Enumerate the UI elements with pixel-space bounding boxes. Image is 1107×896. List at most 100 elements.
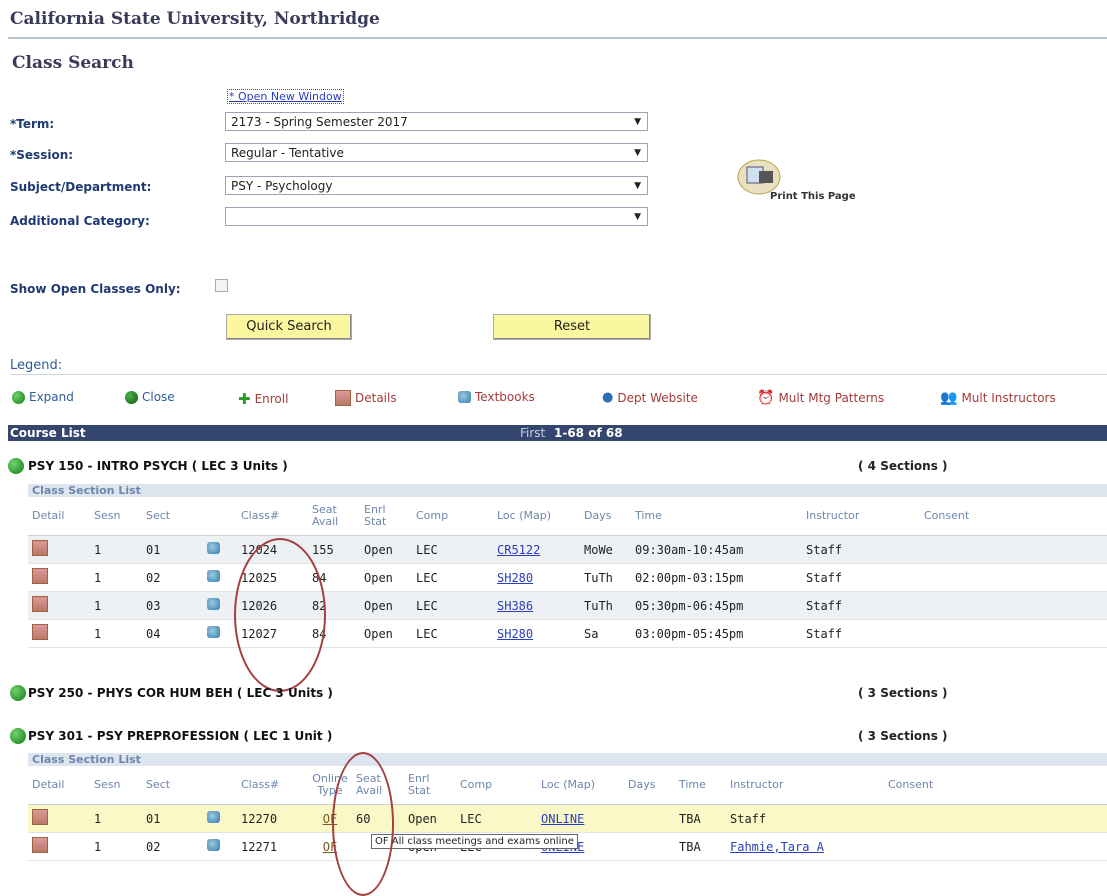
page-title: Class Search bbox=[12, 53, 134, 73]
cell-enrl-stat: Open bbox=[360, 563, 412, 592]
col-detail: Detail bbox=[28, 497, 90, 536]
printer-icon[interactable] bbox=[737, 157, 781, 195]
legend-textbooks-label: Textbooks bbox=[475, 390, 535, 404]
cell-time: TBA bbox=[675, 804, 726, 833]
col-time: Time bbox=[675, 766, 726, 805]
course-list-title: Course List bbox=[10, 426, 86, 440]
cell-days: TuTh bbox=[580, 563, 631, 592]
session-select[interactable]: Regular - Tentative ▼ bbox=[225, 143, 648, 162]
cell-enrl-stat: Open bbox=[360, 619, 412, 648]
location-link[interactable]: SH280 bbox=[497, 571, 533, 585]
subject-select[interactable]: PSY - Psychology ▼ bbox=[225, 176, 648, 195]
globe-icon: ● bbox=[602, 390, 614, 405]
cell-comp: LEC bbox=[412, 619, 493, 648]
course-title[interactable]: PSY 150 - INTRO PSYCH ( LEC 3 Units ) bbox=[28, 459, 288, 473]
details-icon[interactable] bbox=[32, 596, 48, 612]
details-icon[interactable] bbox=[32, 837, 48, 853]
cell-days bbox=[624, 804, 675, 833]
textbooks-icon[interactable] bbox=[207, 839, 220, 851]
col-class: Class# bbox=[237, 497, 308, 536]
term-select[interactable]: 2173 - Spring Semester 2017 ▼ bbox=[225, 112, 648, 131]
textbooks-icon bbox=[458, 391, 471, 403]
legend-enroll: ✚ Enroll bbox=[238, 390, 288, 408]
term-label: *Term: bbox=[10, 117, 55, 131]
sections-table: Detail Sesn Sect Class# Seat Avail Enrl … bbox=[28, 497, 1107, 648]
legend-mult-instructors: 👥 Mult Instructors bbox=[940, 390, 1056, 406]
pager-first[interactable]: First bbox=[520, 425, 545, 441]
details-icon[interactable] bbox=[32, 624, 48, 640]
cell-time: 05:30pm-06:45pm bbox=[631, 591, 802, 620]
details-icon[interactable] bbox=[32, 568, 48, 584]
print-page-link[interactable]: Print This Page bbox=[770, 191, 856, 202]
open-only-checkbox[interactable] bbox=[215, 279, 228, 292]
cell-class: 12270 bbox=[237, 804, 308, 833]
instructor-link[interactable]: Fahmie,Tara A bbox=[730, 840, 824, 854]
details-icon bbox=[335, 390, 351, 406]
legend-mult-instructors-label: Mult Instructors bbox=[961, 391, 1056, 405]
cell-comp: LEC bbox=[412, 563, 493, 592]
cell-sect: 04 bbox=[142, 619, 203, 648]
cell-sesn: 1 bbox=[90, 591, 142, 620]
header-rule bbox=[8, 37, 1107, 39]
chevron-down-icon: ▼ bbox=[634, 117, 641, 127]
cell-time: TBA bbox=[675, 832, 726, 861]
course-title[interactable]: PSY 301 - PSY PREPROFESSION ( LEC 1 Unit… bbox=[28, 729, 332, 743]
clock-icon: ⏰ bbox=[757, 390, 775, 406]
location-link[interactable]: ONLINE bbox=[541, 812, 584, 826]
textbooks-icon[interactable] bbox=[207, 626, 220, 638]
cell-sect: 02 bbox=[142, 832, 203, 861]
cell-sect: 02 bbox=[142, 563, 203, 592]
cell-instructor: Staff bbox=[802, 591, 920, 620]
people-icon: 👥 bbox=[940, 390, 958, 406]
highlight-ellipse-online-type bbox=[332, 752, 394, 896]
cell-enrl-stat: Open bbox=[360, 535, 412, 564]
textbooks-icon[interactable] bbox=[207, 598, 220, 610]
cell-time: 09:30am-10:45am bbox=[631, 535, 802, 564]
col-sesn: Sesn bbox=[90, 497, 142, 536]
details-icon[interactable] bbox=[32, 809, 48, 825]
course-title[interactable]: PSY 250 - PHYS COR HUM BEH ( LEC 3 Units… bbox=[28, 686, 333, 700]
textbooks-icon[interactable] bbox=[207, 811, 220, 823]
course-list-bar: Course List First 1-68 of 68 bbox=[8, 425, 1107, 441]
online-type-tooltip: OF All class meetings and exams online bbox=[371, 834, 578, 849]
details-icon[interactable] bbox=[32, 540, 48, 556]
cell-sesn: 1 bbox=[90, 563, 142, 592]
chevron-down-icon: ▼ bbox=[634, 181, 641, 191]
textbooks-icon[interactable] bbox=[207, 570, 220, 582]
col-comp: Comp bbox=[456, 766, 537, 805]
close-icon bbox=[125, 390, 138, 404]
cell-days: MoWe bbox=[580, 535, 631, 564]
cell-instructor: Staff bbox=[802, 563, 920, 592]
textbooks-icon[interactable] bbox=[207, 542, 220, 554]
plus-icon: ✚ bbox=[238, 390, 251, 408]
quick-search-button[interactable]: Quick Search bbox=[226, 314, 352, 340]
chevron-down-icon: ▼ bbox=[634, 212, 641, 222]
open-new-window-link[interactable]: * Open New Window bbox=[227, 89, 344, 104]
cell-sesn: 1 bbox=[90, 619, 142, 648]
col-loc: Loc (Map) bbox=[537, 766, 624, 805]
session-label: *Session: bbox=[10, 148, 74, 162]
expand-course-icon[interactable] bbox=[10, 685, 26, 701]
legend-title: Legend: bbox=[10, 358, 63, 373]
legend-expand-label: Expand bbox=[29, 390, 74, 404]
legend-details: Details bbox=[335, 390, 397, 406]
collapse-course-icon[interactable] bbox=[10, 728, 26, 744]
reset-button[interactable]: Reset bbox=[493, 314, 651, 340]
col-sesn: Sesn bbox=[90, 766, 142, 805]
col-loc: Loc (Map) bbox=[493, 497, 580, 536]
session-value: Regular - Tentative bbox=[231, 146, 344, 160]
table-row: 1 04 12027 84 Open LEC SH280 Sa 03:00pm-… bbox=[28, 619, 1107, 648]
category-select[interactable]: ▼ bbox=[225, 207, 648, 226]
col-days: Days bbox=[624, 766, 675, 805]
location-link[interactable]: SH386 bbox=[497, 599, 533, 613]
col-class: Class# bbox=[237, 766, 308, 805]
location-link[interactable]: CR5122 bbox=[497, 543, 540, 557]
open-only-label: Show Open Classes Only: bbox=[10, 282, 181, 296]
collapse-course-icon[interactable] bbox=[8, 458, 24, 474]
cell-instructor: Staff bbox=[726, 804, 884, 833]
table-row: 1 02 12025 84 Open LEC SH280 TuTh 02:00p… bbox=[28, 563, 1107, 592]
location-link[interactable]: SH280 bbox=[497, 627, 533, 641]
legend-textbooks: Textbooks bbox=[458, 390, 535, 404]
class-section-list-label: Class Section List bbox=[28, 484, 1107, 497]
cell-sect: 03 bbox=[142, 591, 203, 620]
